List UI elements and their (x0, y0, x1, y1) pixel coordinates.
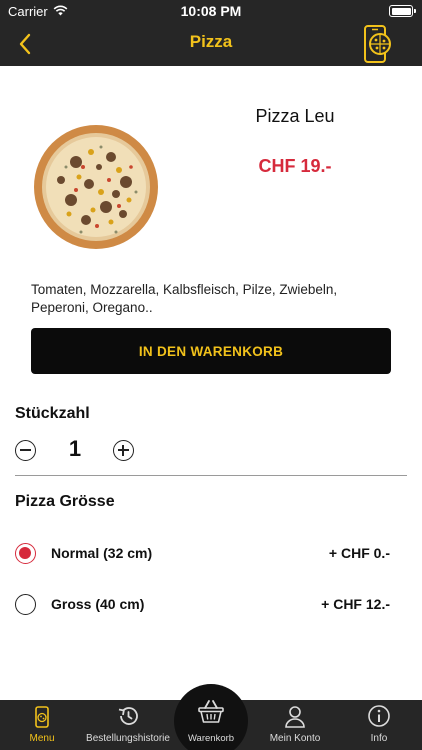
product-name: Pizza Leu (255, 106, 335, 126)
size-option-normal[interactable]: Normal (32 cm) + CHF 0.- (0, 533, 422, 573)
section-divider (15, 475, 407, 476)
size-option-price: + CHF 12.- (321, 596, 390, 612)
radio-selected-icon[interactable] (15, 543, 36, 564)
size-option-gross[interactable]: Gross (40 cm) + CHF 12.- (0, 584, 422, 624)
status-bar: Carrier 10:08 PM (0, 0, 422, 22)
quantity-label: Stückzahl (15, 405, 90, 422)
info-icon (368, 705, 390, 727)
top-bar: Carrier 10:08 PM Pizza (0, 0, 422, 66)
battery-icon (389, 5, 416, 17)
tab-cart[interactable]: Warenkorb (174, 684, 248, 750)
add-to-cart-button[interactable]: IN DEN WARENKORB (31, 328, 391, 374)
tab-my-account[interactable]: Mein Konto (262, 700, 328, 750)
quantity-decrease-button[interactable] (15, 440, 36, 461)
product-price: CHF 19.- (258, 156, 332, 176)
basket-icon (198, 700, 224, 723)
order-phone-button[interactable] (360, 24, 394, 64)
history-icon (118, 707, 138, 725)
tab-label: Warenkorb (187, 733, 235, 744)
phone-pizza-icon (35, 706, 49, 728)
tab-label: Info (370, 733, 388, 744)
phone-pizza-icon (364, 25, 391, 63)
size-label: Pizza Grösse (15, 493, 115, 510)
page-title: Pizza (189, 32, 233, 51)
quantity-increase-button[interactable] (113, 440, 134, 461)
tab-info[interactable]: Info (356, 700, 402, 750)
status-time: 10:08 PM (180, 3, 242, 19)
tab-label: Menu (29, 733, 55, 744)
tab-order-history[interactable]: Bestellungshistorie (82, 700, 174, 750)
quantity-value: 1 (68, 436, 82, 461)
pizza-image (31, 122, 161, 252)
product-description: Tomaten, Mozzarella, Kalbsfleisch, Pilze… (31, 282, 338, 315)
radio-unselected-icon[interactable] (15, 594, 36, 615)
tab-label: Mein Konto (269, 733, 321, 744)
user-icon (285, 706, 305, 728)
size-option-name: Gross (40 cm) (51, 596, 145, 612)
navigation-bar: Pizza (0, 22, 422, 66)
tab-label: Bestellungshistorie (86, 733, 170, 744)
size-option-name: Normal (32 cm) (51, 545, 153, 561)
size-option-price: + CHF 0.- (328, 545, 390, 561)
tab-menu[interactable]: Menu (16, 700, 68, 750)
